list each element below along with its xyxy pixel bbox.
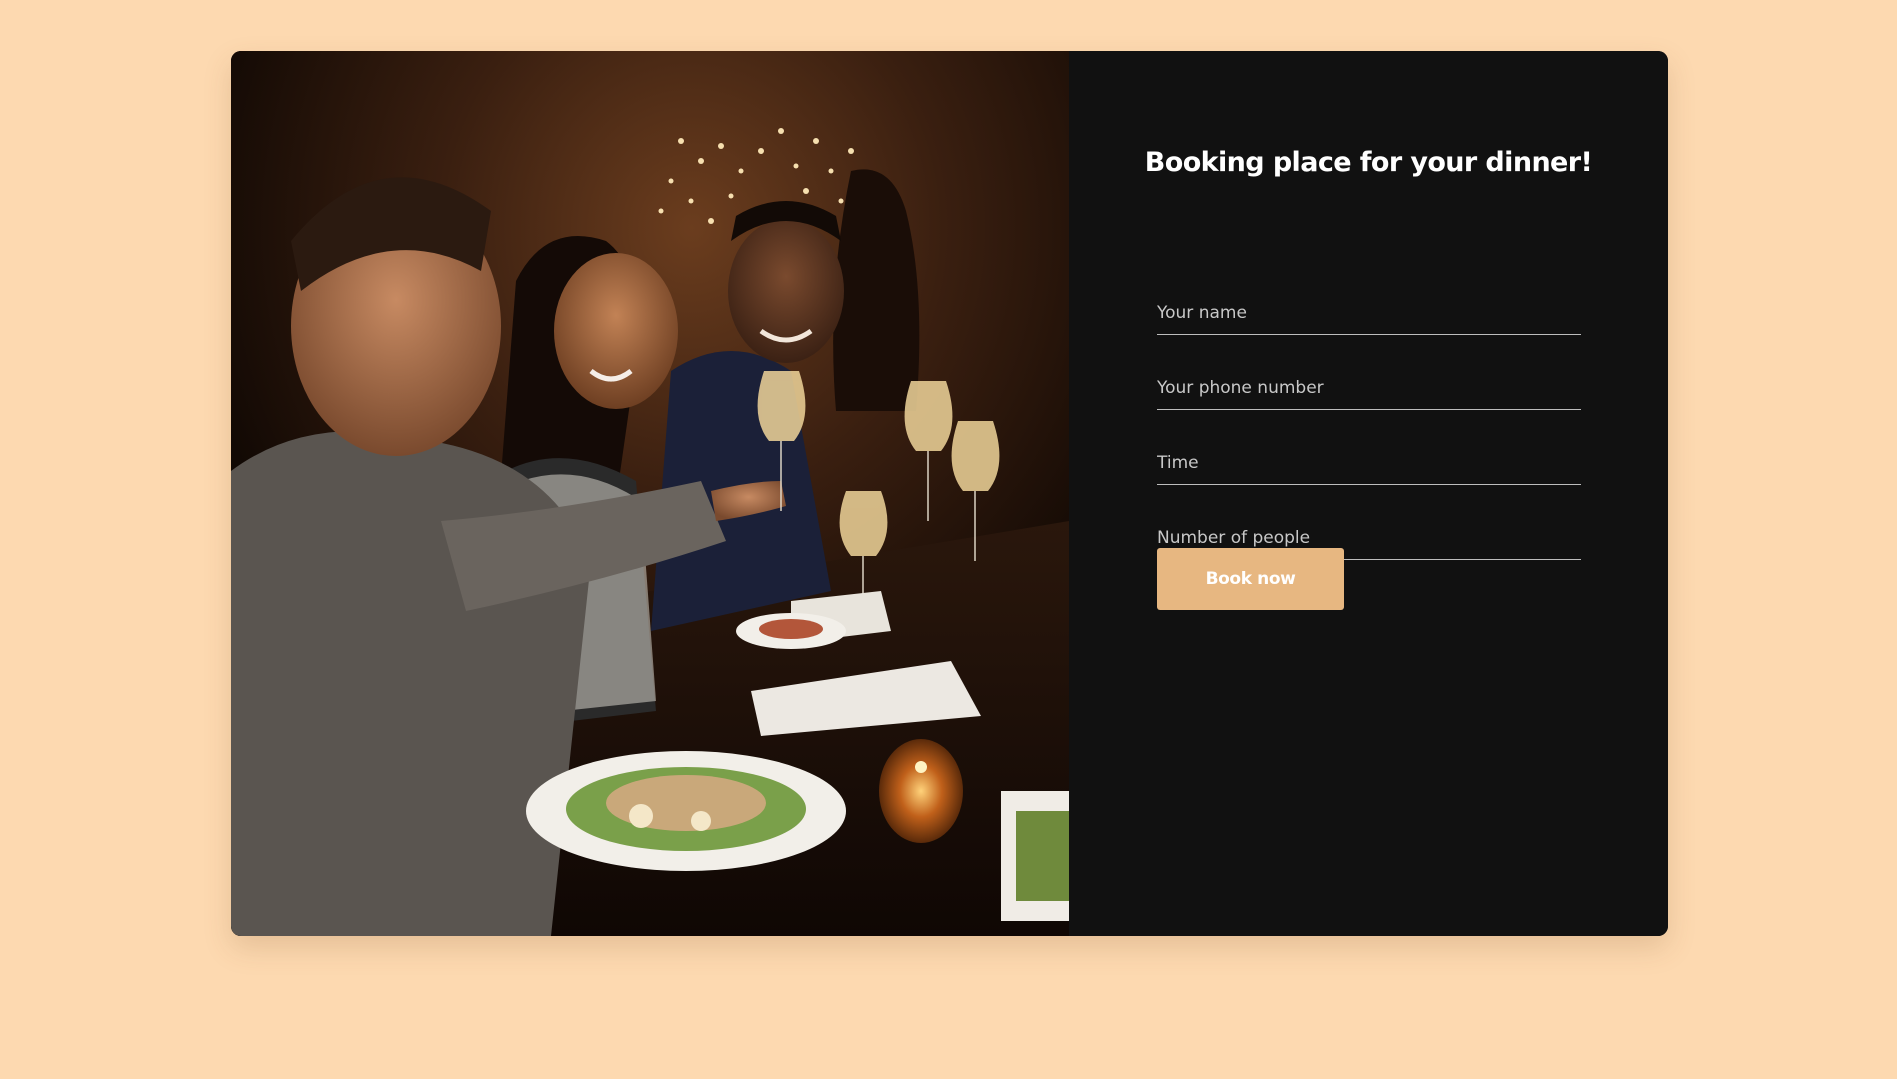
dinner-photo [231, 51, 1069, 936]
booking-card: Booking place for your dinner! Book now [231, 51, 1668, 936]
form-title: Booking place for your dinner! [1144, 147, 1593, 178]
name-input[interactable] [1157, 291, 1581, 335]
time-input[interactable] [1157, 441, 1581, 485]
restaurant-dinner-photo-icon [231, 51, 1069, 936]
book-now-button[interactable]: Book now [1157, 548, 1344, 610]
booking-form-panel: Booking place for your dinner! Book now [1069, 51, 1668, 936]
phone-input[interactable] [1157, 366, 1581, 410]
